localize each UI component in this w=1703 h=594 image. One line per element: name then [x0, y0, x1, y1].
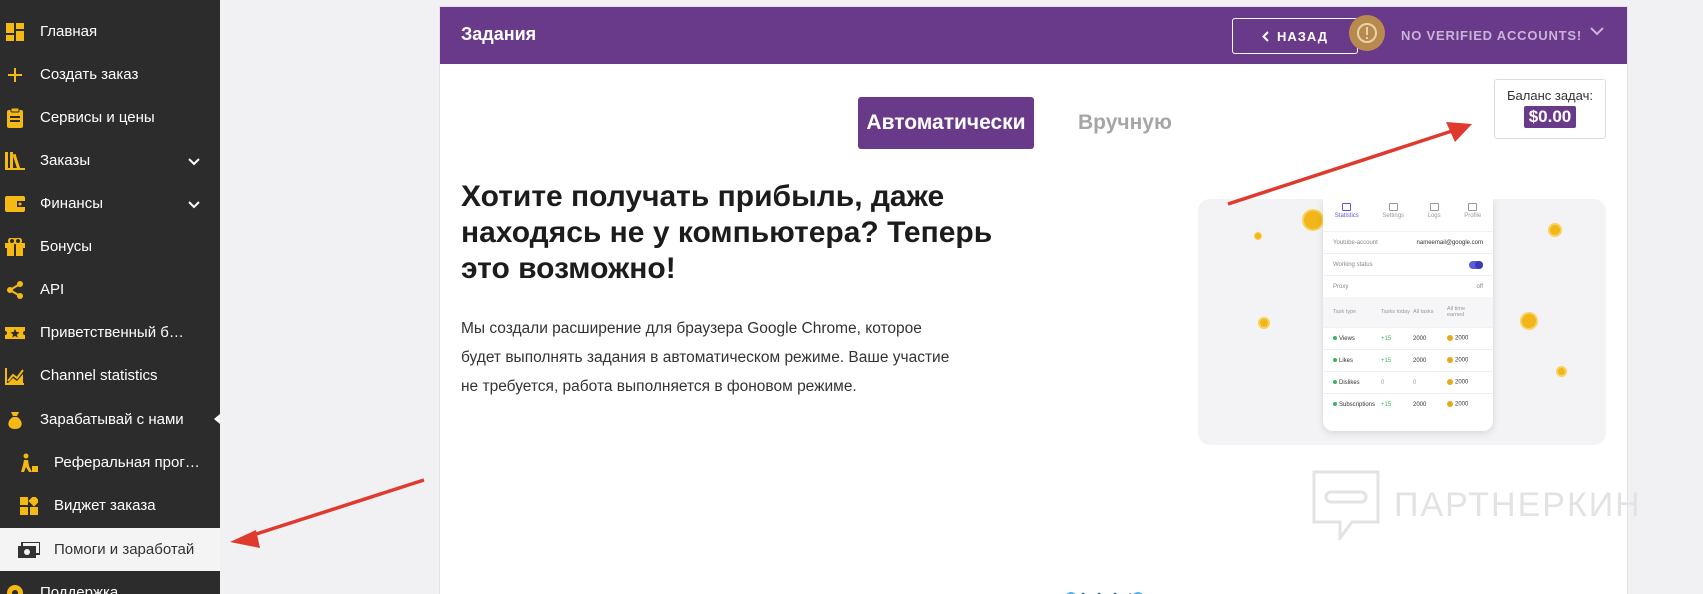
arrow-to-balance: [1227, 129, 1453, 206]
arrow-head-icon: [230, 530, 260, 548]
arrow-to-help-and-earn: [249, 478, 425, 538]
annotation-arrows: [230, 122, 1472, 548]
